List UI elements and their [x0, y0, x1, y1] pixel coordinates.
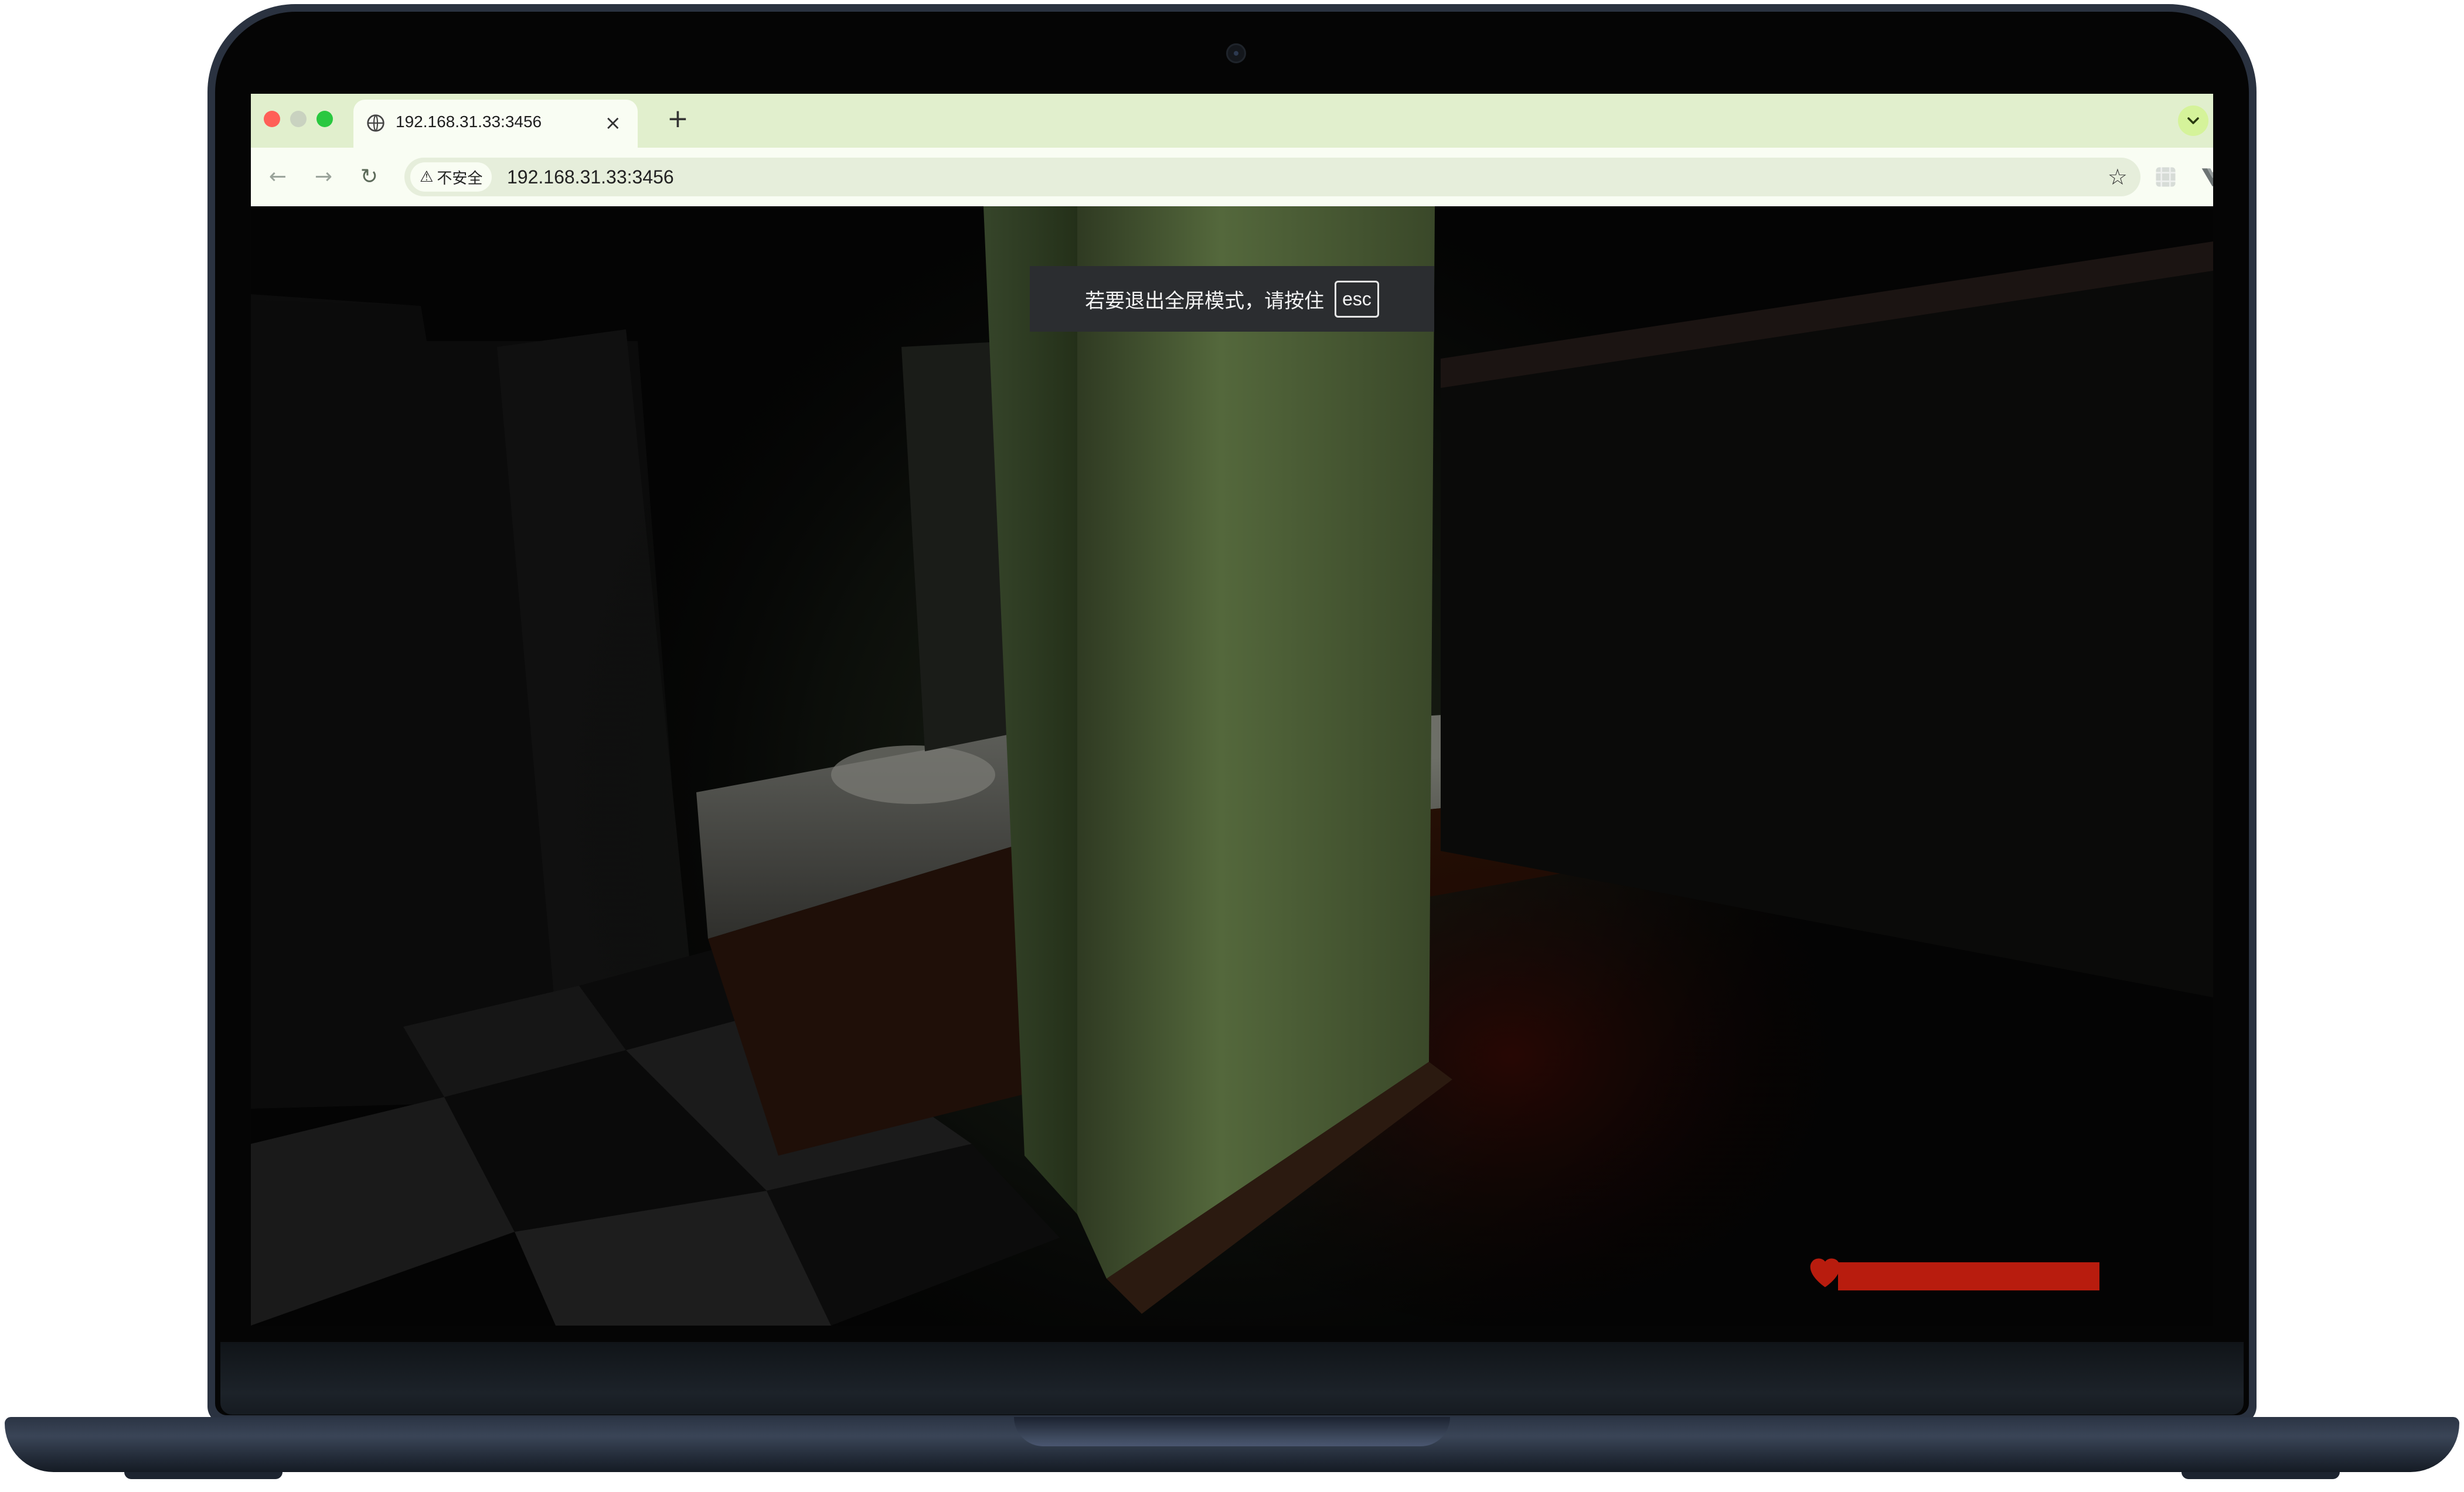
health-bar-track	[1838, 1262, 2099, 1290]
new-tab-button[interactable]: +	[667, 104, 689, 134]
security-label: 不安全	[437, 169, 483, 188]
screen: 192.168.31.33:3456 × + ← → ↻ ⚠ 不安全 192.1…	[251, 94, 2213, 1330]
tab-strip: 192.168.31.33:3456 × +	[251, 94, 2213, 148]
reload-button[interactable]: ↻	[355, 163, 383, 191]
game-canvas[interactable]: 若要退出全屏模式，请按住 esc	[251, 206, 2213, 1326]
url-text[interactable]: 192.168.31.33:3456	[507, 166, 674, 188]
game-scene	[251, 206, 2213, 1326]
chevron-down-icon	[2187, 117, 2199, 124]
back-button[interactable]: ←	[264, 163, 292, 191]
grid-extension-icon[interactable]	[2153, 164, 2179, 190]
security-chip[interactable]: ⚠ 不安全	[410, 162, 492, 192]
window-maximize-button[interactable]	[316, 111, 333, 127]
laptop-foot-right	[2181, 1472, 2340, 1479]
screen-bottom-edge	[251, 1326, 2213, 1330]
webcam	[1226, 43, 1246, 63]
forward-button[interactable]: →	[309, 163, 338, 191]
laptop-foot-left	[124, 1472, 283, 1479]
tab-close-icon[interactable]: ×	[605, 111, 622, 135]
browser-toolbar: ← → ↻ ⚠ 不安全 192.168.31.33:3456 ☆ E	[251, 148, 2213, 206]
laptop-chin	[220, 1342, 2244, 1415]
vue-devtools-icon[interactable]	[2200, 164, 2213, 190]
health-bar-fill	[1838, 1262, 2099, 1290]
esc-key-badge: esc	[1335, 280, 1379, 318]
laptop-notch	[1014, 1417, 1450, 1446]
health-meter	[1803, 1244, 2119, 1302]
fullscreen-notice: 若要退出全屏模式，请按住 esc	[1030, 266, 1434, 332]
address-bar[interactable]: ⚠ 不安全 192.168.31.33:3456 ☆	[404, 158, 2140, 196]
window-minimize-button[interactable]	[290, 111, 307, 127]
browser-tab[interactable]: 192.168.31.33:3456 ×	[353, 100, 638, 148]
window-close-button[interactable]	[264, 111, 280, 127]
tab-title: 192.168.31.33:3456	[396, 113, 542, 131]
globe-icon	[367, 114, 384, 132]
bookmark-star-icon[interactable]: ☆	[2108, 163, 2128, 190]
tab-search-button[interactable]	[2178, 105, 2208, 136]
warning-icon: ⚠	[420, 168, 434, 186]
fullscreen-notice-text: 若要退出全屏模式，请按住	[1085, 289, 1325, 313]
